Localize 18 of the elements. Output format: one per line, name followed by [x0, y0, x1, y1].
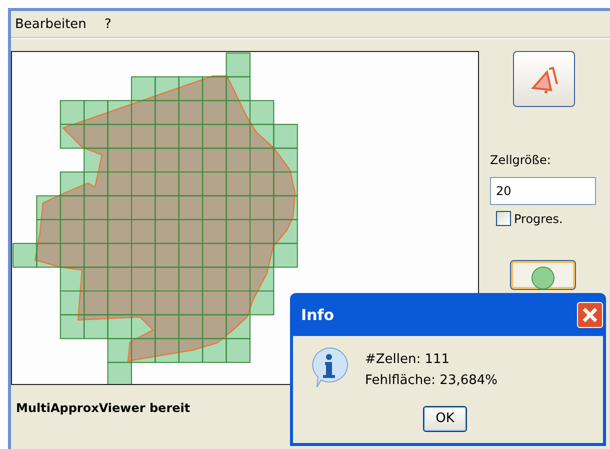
info-icon	[309, 346, 349, 388]
status-text: MultiApproxViewer bereit	[16, 401, 192, 415]
dialog-title: Info	[301, 306, 334, 324]
toolbar-button[interactable]	[510, 260, 576, 290]
triangle-icon	[529, 64, 559, 94]
ok-button[interactable]: OK	[423, 406, 467, 432]
close-button[interactable]	[577, 302, 603, 328]
message-text: Fehlfläche: 23,684%	[365, 373, 499, 388]
toolbar-button[interactable]	[513, 51, 575, 107]
close-icon	[581, 306, 599, 324]
menu-item[interactable]: ?	[102, 16, 114, 32]
progressive-checkbox[interactable]	[496, 211, 511, 226]
cell-size-field[interactable]: 20	[490, 177, 596, 205]
message-text: #Zellen: 111	[365, 352, 451, 367]
checkbox-label: Progres.	[514, 212, 563, 226]
menu-item[interactable]: Bearbeiten	[13, 16, 88, 32]
circle-icon	[530, 265, 556, 291]
cell-size-label: Zellgröße:	[490, 153, 551, 167]
